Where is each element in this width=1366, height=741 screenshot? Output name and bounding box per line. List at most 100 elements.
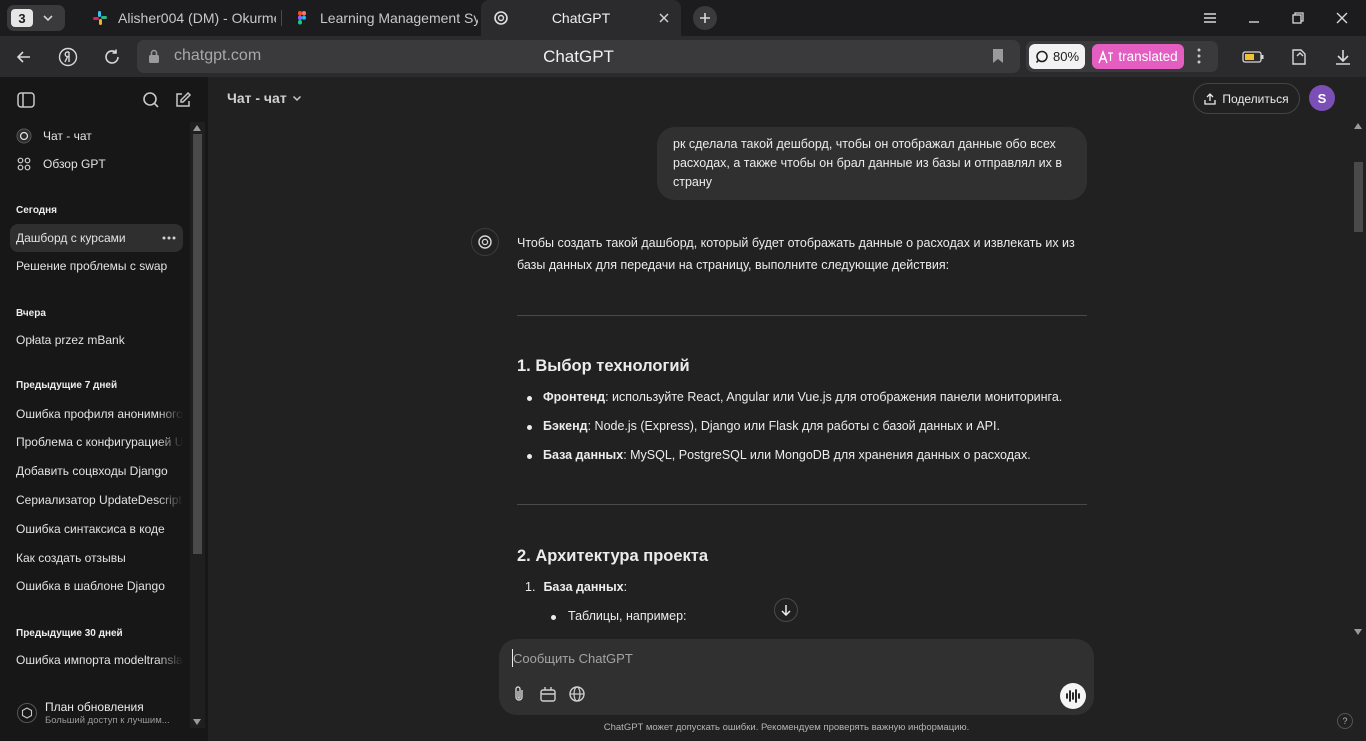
main-scrollbar[interactable] — [1351, 122, 1366, 638]
zoom-level: 80% — [1052, 49, 1080, 64]
list-item-text: : Node.js (Express), Django или Flask дл… — [587, 419, 1000, 433]
attach-icon[interactable] — [509, 684, 529, 704]
tab-lms[interactable]: Learning Management Sys — [282, 0, 478, 36]
answer-intro: Чтобы создать такой дашборд, который буд… — [517, 236, 1075, 272]
voice-mode-button[interactable] — [1060, 683, 1086, 709]
grid-icon — [16, 156, 32, 172]
tab-title: ChatGPT — [551, 10, 611, 26]
close-tab-icon[interactable] — [657, 11, 671, 25]
sidebar-item-explore-gpt[interactable]: Обзор GPT — [10, 150, 183, 178]
model-selector[interactable]: Чат - чат — [227, 90, 302, 106]
sidebar-chat-item-active[interactable]: Дашборд с курсами — [10, 224, 183, 252]
chat-title: Дашборд с курсами — [16, 231, 126, 245]
reload-icon[interactable] — [99, 44, 125, 70]
list-item-bold: Бэкенд — [543, 419, 588, 433]
address-bar[interactable]: chatgpt.com ChatGPT — [137, 40, 1020, 73]
scroll-to-bottom-button[interactable] — [774, 598, 798, 622]
message-composer[interactable]: Сообщить ChatGPT — [499, 639, 1094, 715]
sidebar-chat-item[interactable]: Добавить соцвходы Django — [10, 457, 183, 485]
tab-chatgpt-active[interactable]: ChatGPT — [481, 0, 681, 36]
chat-title: Ошибка в шаблоне Django — [16, 579, 165, 593]
scrollbar-thumb[interactable] — [193, 134, 202, 554]
sidebar-scrollbar[interactable] — [190, 122, 205, 728]
upgrade-plan-button[interactable]: План обновления Больший доступ к лучшим.… — [10, 696, 200, 736]
battery-icon[interactable] — [1242, 46, 1264, 68]
search-icon[interactable] — [141, 90, 161, 110]
scroll-down-arrow-icon[interactable] — [1354, 629, 1362, 635]
section-heading-today: Сегодня — [16, 205, 58, 216]
sidebar-toggle-icon[interactable] — [16, 90, 36, 110]
share-icon — [1204, 92, 1217, 105]
sidebar-chat-item[interactable]: Opłata przez mBank — [10, 326, 183, 354]
restore-icon[interactable] — [1288, 8, 1308, 28]
model-name: Чат - чат — [227, 90, 287, 106]
chat-title: Как создать отзывы — [16, 551, 126, 565]
sidebar-chat-item[interactable]: Сериализатор UpdateDescripti — [10, 486, 183, 514]
sidebar-chat-item[interactable]: Как создать отзывы — [10, 544, 183, 572]
openai-icon — [477, 234, 493, 250]
browser-menu-icon[interactable] — [1200, 8, 1220, 28]
tab-title: Learning Management Sys — [320, 10, 478, 26]
list-item: Бэкенд: Node.js (Express), Django или Fl… — [527, 419, 1000, 433]
list-item: База данных: MySQL, PostgreSQL или Mongo… — [527, 448, 1031, 462]
bookmark-icon[interactable] — [992, 48, 1004, 64]
browser-tab-strip: 3 Alisher004 (DM) - Okurmen Learning Man… — [0, 0, 1366, 36]
list-item-text: : используйте React, Angular или Vue.js … — [605, 390, 1063, 404]
scrollbar-thumb[interactable] — [1354, 162, 1363, 232]
browser-toolbar: chatgpt.com ChatGPT 80% translated — [0, 36, 1366, 77]
fade-overlay — [157, 400, 183, 428]
user-avatar[interactable]: S — [1309, 85, 1335, 111]
sidebar-chat-item[interactable]: Проблема с конфигурацией U — [10, 428, 183, 456]
item-number: 1. — [525, 580, 536, 594]
collections-icon[interactable] — [1288, 46, 1310, 68]
figma-icon — [294, 10, 310, 26]
translate-button[interactable]: translated — [1092, 44, 1184, 69]
list-item-text: : MySQL, PostgreSQL или MongoDB для хран… — [623, 448, 1031, 462]
globe-icon[interactable] — [567, 684, 587, 704]
chat-title: Ошибка синтаксиса в коде — [16, 522, 165, 536]
upgrade-subtitle: Больший доступ к лучшим... — [45, 715, 170, 726]
chat-main: Чат - чат Поделиться S рк сделала такой … — [208, 77, 1366, 741]
help-button[interactable]: ? — [1337, 713, 1353, 729]
chat-title: Opłata przez mBank — [16, 333, 125, 347]
sidebar-chat-item[interactable]: Ошибка профиля анонимного — [10, 400, 183, 428]
zoom-button[interactable]: 80% — [1029, 44, 1085, 69]
close-window-icon[interactable] — [1332, 8, 1352, 28]
chevron-down-icon — [42, 12, 54, 24]
tab-slack[interactable]: Alisher004 (DM) - Okurmen — [80, 0, 276, 36]
fade-overlay — [157, 646, 183, 674]
yandex-icon[interactable] — [55, 44, 81, 70]
share-button[interactable]: Поделиться — [1193, 83, 1300, 114]
sidebar-chat-item[interactable]: Ошибка синтаксиса в коде — [10, 515, 183, 543]
sidebar-chat-item[interactable]: Решение проблемы с swap — [10, 252, 183, 280]
sidebar-chat-item[interactable]: Ошибка импорта modeltransla — [10, 646, 183, 674]
scroll-up-arrow-icon[interactable] — [1354, 123, 1362, 129]
translate-label: translated — [1118, 49, 1178, 64]
back-arrow-icon[interactable] — [11, 44, 37, 70]
arrow-down-icon — [780, 604, 792, 616]
chat-title: Добавить соцвходы Django — [16, 464, 168, 478]
tools-icon[interactable] — [538, 684, 558, 704]
tab-counter-button[interactable]: 3 — [7, 5, 65, 31]
more-horizontal-icon[interactable] — [161, 230, 177, 246]
downloads-icon[interactable] — [1332, 46, 1354, 68]
disclaimer-text: ChatGPT может допускать ошибки. Рекоменд… — [603, 722, 970, 733]
sidebar-item-chat[interactable]: Чат - чат — [10, 122, 183, 150]
sidebar-chat-item[interactable]: Ошибка в шаблоне Django — [10, 572, 183, 600]
section-heading: 2. Архитектура проекта — [517, 547, 709, 565]
share-label: Поделиться — [1222, 91, 1289, 106]
upgrade-icon — [17, 703, 37, 723]
chevron-down-icon — [292, 93, 302, 103]
scroll-up-arrow-icon[interactable] — [193, 125, 201, 131]
user-message-bubble: рк сделала такой дешборд, чтобы он отобр… — [657, 127, 1087, 200]
more-vertical-icon[interactable] — [1196, 47, 1202, 65]
sub-list-item: Таблицы, например: — [551, 609, 687, 623]
divider — [517, 315, 1087, 316]
new-tab-button[interactable] — [693, 6, 717, 30]
composer-input[interactable]: Сообщить ChatGPT — [513, 651, 633, 666]
minimize-icon[interactable] — [1244, 8, 1264, 28]
slack-icon — [92, 10, 108, 26]
section-heading-7-days: Предыдущие 7 дней — [16, 380, 118, 391]
new-chat-icon[interactable] — [173, 90, 193, 110]
openai-icon — [16, 128, 32, 144]
